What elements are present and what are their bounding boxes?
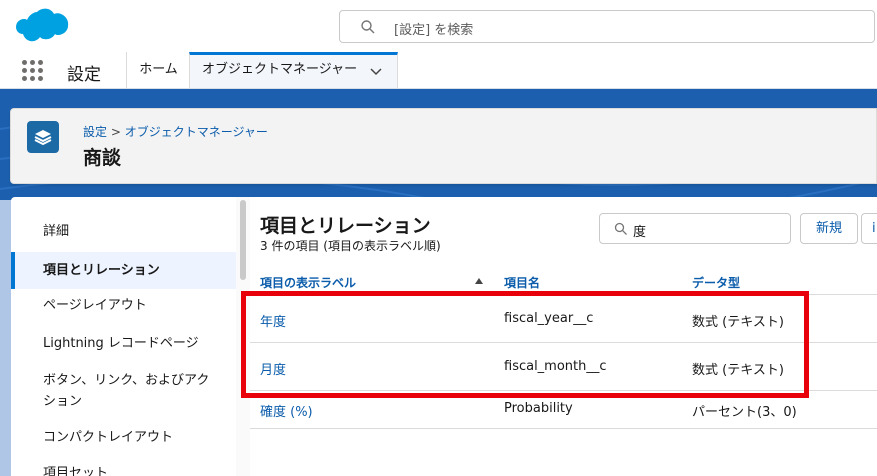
sidebar-item-field-sets[interactable]: 項目セット bbox=[11, 463, 236, 476]
field-data-type: パーセント(3、0) bbox=[692, 405, 797, 420]
sidebar-item-lightning-record-pages[interactable]: Lightning レコードページ bbox=[11, 333, 236, 354]
breadcrumb-separator: > bbox=[110, 125, 121, 139]
panel-title: 項目とリレーション bbox=[260, 215, 431, 237]
column-header-field-name[interactable]: 項目名 bbox=[504, 274, 540, 291]
quick-find-input[interactable]: 度 bbox=[599, 213, 791, 244]
app-nav-bar: 設定 ホーム オブジェクトマネージャー bbox=[0, 52, 877, 89]
breadcrumb: 設定 > オブジェクトマネージャー bbox=[83, 123, 268, 140]
highlight-box bbox=[241, 291, 809, 398]
object-layers-icon bbox=[27, 121, 59, 153]
breadcrumb-setup[interactable]: 設定 bbox=[83, 125, 107, 139]
search-placeholder: [設定] を検索 bbox=[394, 23, 474, 38]
scrollbar-thumb[interactable] bbox=[240, 200, 246, 280]
sidebar-item-fields-relationships[interactable]: 項目とリレーション bbox=[11, 252, 236, 289]
tab-object-manager-label: オブジェクトマネージャー bbox=[202, 62, 358, 77]
breadcrumb-object-manager[interactable]: オブジェクトマネージャー bbox=[125, 125, 268, 139]
sidebar-item-page-layouts[interactable]: ページレイアウト bbox=[11, 295, 236, 316]
chevron-down-icon[interactable] bbox=[369, 64, 383, 78]
global-header: [設定] を検索 bbox=[0, 0, 877, 52]
app-launcher-icon[interactable] bbox=[22, 60, 43, 81]
panel-subtitle: 3 件の項目 (項目の表示ラベル順) bbox=[260, 239, 441, 253]
search-icon bbox=[361, 20, 375, 34]
more-button[interactable]: i bbox=[861, 213, 877, 244]
object-page-header: 設定 > オブジェクトマネージャー 商談 bbox=[10, 108, 877, 184]
sidebar-item-compact-layouts[interactable]: コンパクトレイアウト bbox=[11, 427, 236, 448]
field-api-name: Probability bbox=[504, 401, 573, 416]
object-sidebar: 詳細 項目とリレーション ページレイアウト Lightning レコードページ … bbox=[11, 197, 236, 476]
field-label-link[interactable]: 確度 (%) bbox=[260, 401, 313, 420]
sidebar-item-details[interactable]: 詳細 bbox=[11, 221, 236, 242]
column-header-data-type[interactable]: データ型 bbox=[692, 274, 740, 291]
quick-find-value: 度 bbox=[633, 225, 647, 240]
new-button[interactable]: 新規 bbox=[800, 213, 858, 244]
sort-ascending-icon[interactable] bbox=[475, 278, 483, 284]
tab-home[interactable]: ホーム bbox=[126, 52, 190, 88]
column-header-field-label[interactable]: 項目の表示ラベル bbox=[260, 274, 356, 291]
sidebar-item-buttons-links-actions-cont[interactable]: ション bbox=[11, 391, 236, 412]
search-icon bbox=[614, 222, 627, 235]
app-name: 設定 bbox=[67, 65, 101, 85]
tab-object-manager[interactable]: オブジェクトマネージャー bbox=[189, 52, 398, 88]
global-search-box[interactable]: [設定] を検索 bbox=[339, 10, 875, 43]
page-title: 商談 bbox=[83, 147, 122, 169]
sidebar-item-buttons-links-actions[interactable]: ボタン、リンク、およびアク bbox=[11, 370, 236, 391]
salesforce-logo-icon[interactable] bbox=[12, 6, 72, 48]
